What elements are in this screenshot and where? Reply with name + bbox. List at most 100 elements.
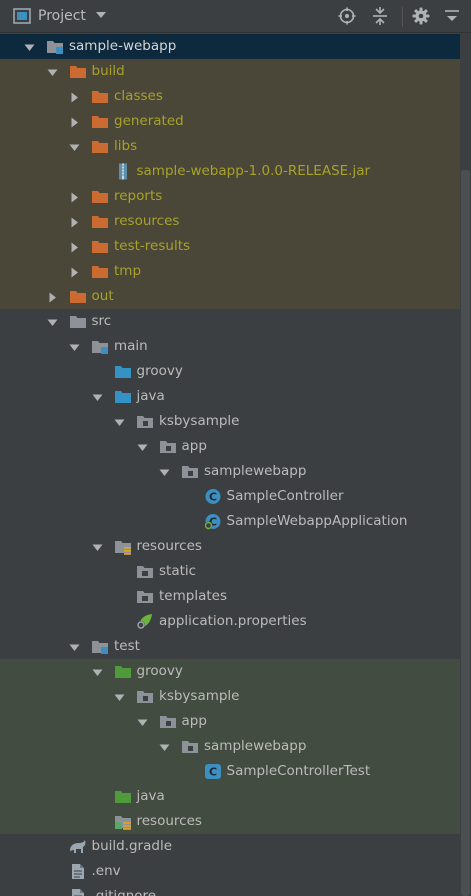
tree-node-label: main	[114, 338, 148, 354]
view-selector-label[interactable]: Project	[38, 8, 86, 24]
tree-node[interactable]: test-results	[0, 234, 460, 259]
expanded-arrow-icon[interactable]	[69, 141, 80, 152]
collapsed-arrow-icon[interactable]	[69, 116, 80, 128]
tree-node[interactable]: src	[0, 309, 460, 334]
tree-node[interactable]: sample-webapp-1.0.0-RELEASE.jar	[0, 159, 460, 184]
tree-node-label: java	[136, 388, 165, 404]
tree-node[interactable]: ksbysample	[0, 684, 460, 709]
tree-node[interactable]: samplewebapp	[0, 459, 460, 484]
class-icon: C	[204, 488, 222, 505]
tree-node-label: app	[181, 438, 207, 454]
jar-file-icon	[114, 163, 132, 180]
tree-node[interactable]: test	[0, 634, 460, 659]
spring-properties-icon	[136, 613, 154, 630]
tree-node[interactable]: ksbysample	[0, 409, 460, 434]
collapsed-arrow-icon[interactable]	[69, 191, 80, 203]
tree-node[interactable]: C SampleWebappApplication	[0, 509, 460, 534]
folder-green-icon	[114, 663, 132, 680]
locate-target-icon[interactable]	[338, 7, 356, 25]
tree-node-label: generated	[114, 113, 184, 129]
spring-class-icon: C	[204, 513, 222, 530]
dropdown-chevron-icon[interactable]	[95, 9, 107, 21]
folder-orange-icon	[91, 138, 109, 155]
tree-node[interactable]: out	[0, 284, 460, 309]
expanded-arrow-icon[interactable]	[47, 316, 58, 327]
tree-node[interactable]: app	[0, 709, 460, 734]
tree-node-label: samplewebapp	[204, 738, 307, 754]
tree-node-label: tmp	[114, 263, 142, 279]
expanded-arrow-icon[interactable]	[137, 716, 148, 727]
collapsed-arrow-icon[interactable]	[69, 91, 80, 103]
tree-node-label: reports	[114, 188, 163, 204]
tree-node[interactable]: generated	[0, 109, 460, 134]
tree-node[interactable]: .env	[0, 859, 460, 884]
project-tree: sample-webapp build classes generated libs sa…	[0, 33, 471, 896]
expanded-arrow-icon[interactable]	[159, 466, 170, 477]
tree-node-label: resources	[136, 538, 202, 554]
package-icon	[181, 738, 199, 755]
package-icon	[136, 413, 154, 430]
tree-node[interactable]: application.properties	[0, 609, 460, 634]
tree-node[interactable]: classes	[0, 84, 460, 109]
tree-node-label: .gitignore	[91, 888, 157, 896]
tree-node-label: test-results	[114, 238, 191, 254]
expanded-arrow-icon[interactable]	[114, 416, 125, 427]
folder-orange-icon	[91, 263, 109, 280]
tree-node[interactable]: groovy	[0, 659, 460, 684]
tree-node[interactable]: .gitignore	[0, 884, 460, 896]
tree-node[interactable]: resources	[0, 809, 460, 834]
tree-node-label: .env	[91, 863, 121, 879]
tree-node-label: resources	[114, 213, 180, 229]
expanded-arrow-icon[interactable]	[92, 391, 103, 402]
settings-gear-icon[interactable]	[412, 7, 430, 25]
tree-node[interactable]: C SampleControllerTest	[0, 759, 460, 784]
tree-node-label: groovy	[136, 363, 183, 379]
hide-panel-icon[interactable]	[443, 7, 461, 25]
tree-node[interactable]: java	[0, 384, 460, 409]
tree-node[interactable]: build.gradle	[0, 834, 460, 859]
tree-node-label: ksbysample	[159, 413, 240, 429]
collapsed-arrow-icon[interactable]	[69, 216, 80, 228]
collapsed-arrow-icon[interactable]	[69, 266, 80, 278]
tree-node[interactable]: java	[0, 784, 460, 809]
tree-node[interactable]: resources	[0, 534, 460, 559]
collapse-all-icon[interactable]	[371, 7, 389, 25]
tree-node[interactable]: static	[0, 559, 460, 584]
expanded-arrow-icon[interactable]	[159, 741, 170, 752]
expanded-arrow-icon[interactable]	[92, 666, 103, 677]
expanded-arrow-icon[interactable]	[24, 41, 35, 52]
test-resources-folder-icon	[114, 813, 132, 830]
tree-node-label: sample-webapp-1.0.0-RELEASE.jar	[136, 163, 371, 179]
expanded-arrow-icon[interactable]	[137, 441, 148, 452]
tree-node[interactable]: sample-webapp	[0, 34, 460, 59]
tree-node-label: java	[136, 788, 165, 804]
tree-node[interactable]: samplewebapp	[0, 734, 460, 759]
collapsed-arrow-icon[interactable]	[69, 241, 80, 253]
tree-node[interactable]: libs	[0, 134, 460, 159]
tree-node[interactable]: tmp	[0, 259, 460, 284]
collapsed-arrow-icon[interactable]	[47, 291, 58, 303]
tree-node-label: app	[181, 713, 207, 729]
gradle-file-icon	[69, 838, 87, 855]
tree-node[interactable]: build	[0, 59, 460, 84]
tree-node[interactable]: resources	[0, 209, 460, 234]
tree-node[interactable]: C SampleController	[0, 484, 460, 509]
tree-node[interactable]: main	[0, 334, 460, 359]
folder-orange-icon	[69, 63, 87, 80]
header-separator	[402, 7, 403, 27]
module-folder-icon	[91, 338, 109, 355]
expanded-arrow-icon[interactable]	[92, 541, 103, 552]
tree-node[interactable]: groovy	[0, 359, 460, 384]
tree-node[interactable]: reports	[0, 184, 460, 209]
tree-node[interactable]: app	[0, 434, 460, 459]
expanded-arrow-icon[interactable]	[47, 66, 58, 77]
tree-node[interactable]: templates	[0, 584, 460, 609]
scrollbar-thumb[interactable]	[461, 170, 470, 896]
package-icon	[159, 438, 177, 455]
expanded-arrow-icon[interactable]	[69, 641, 80, 652]
text-file-icon	[69, 863, 87, 880]
resources-folder-icon	[114, 538, 132, 555]
expanded-arrow-icon[interactable]	[69, 341, 80, 352]
expanded-arrow-icon[interactable]	[114, 691, 125, 702]
package-icon	[159, 713, 177, 730]
